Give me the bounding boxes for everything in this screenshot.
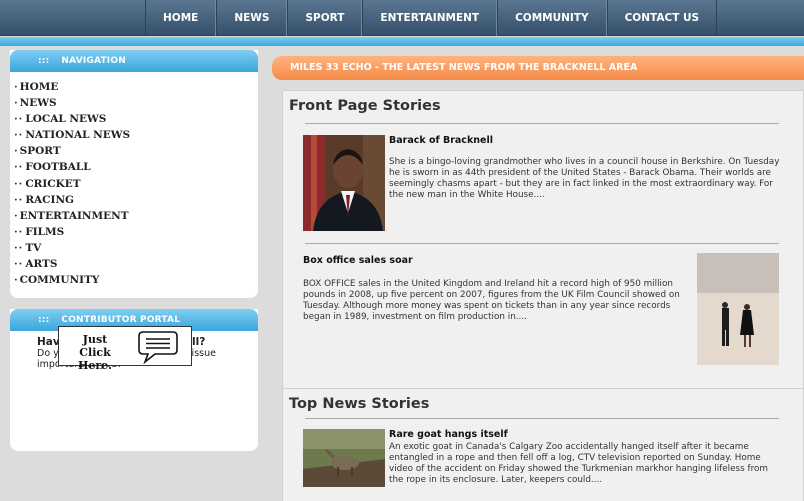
divider: [305, 123, 779, 124]
nav-item-entertainment[interactable]: · ENTERTAINMENT: [14, 208, 258, 224]
top-news-heading: Top News Stories: [289, 396, 430, 412]
navigation-list: · HOME · NEWS ·· LOCAL NEWS ·· NATIONAL NEWS…: [10, 72, 258, 298]
topnav-sport[interactable]: SPORT: [287, 0, 363, 36]
topnav-news[interactable]: NEWS: [216, 0, 288, 36]
contributor-portal-title: CONTRIBUTOR PORTAL: [61, 315, 181, 326]
header-dots: :::: [38, 315, 50, 326]
nav-item-racing[interactable]: ·· RACING: [14, 192, 258, 208]
film-still-photo[interactable]: [697, 253, 779, 365]
story-summary-goat: An exotic goat in Canada's Calgary Zoo a…: [389, 442, 768, 485]
sidebar: ::: NAVIGATION · HOME · NEWS ·· LOCAL NEWS ·…: [10, 50, 258, 452]
nav-item-news[interactable]: · NEWS: [14, 95, 258, 111]
divider: [305, 243, 779, 244]
nav-item-films[interactable]: ·· FILMS: [14, 224, 258, 240]
site-banner: MILES 33 ECHO - THE LATEST NEWS FROM THE…: [272, 56, 804, 80]
story-title-box-office-sales-soar[interactable]: Box office sales soar: [303, 255, 413, 266]
header-dots: :::: [38, 56, 50, 66]
click-label: Just Click Here.: [77, 333, 112, 372]
nav-item-local-news[interactable]: ·· LOCAL NEWS: [14, 111, 258, 127]
nav-item-sport[interactable]: · SPORT: [14, 143, 258, 159]
top-nav-menu: HOME NEWS SPORT ENTERTAINMENT COMMUNITY …: [145, 0, 718, 36]
navigation-panel-header: ::: NAVIGATION: [10, 50, 258, 72]
nav-item-cricket[interactable]: ·· CRICKET: [14, 176, 258, 192]
obama-photo[interactable]: [303, 135, 385, 231]
front-page-stories: Front Page Stories Barack of Bracknell S…: [282, 90, 804, 422]
story-title-barack-of-bracknell[interactable]: Barack of Bracknell: [389, 135, 493, 146]
story-title-rare-goat[interactable]: Rare goat hangs itself: [389, 429, 508, 440]
navigation-title: NAVIGATION: [61, 56, 126, 66]
topnav-home[interactable]: HOME: [145, 0, 217, 36]
nav-item-home[interactable]: · HOME: [14, 79, 258, 95]
topnav-entertainment[interactable]: ENTERTAINMENT: [362, 0, 498, 36]
divider: [305, 418, 779, 419]
nav-item-community[interactable]: · COMMUNITY: [14, 272, 258, 288]
nav-item-tv[interactable]: ·· TV: [14, 240, 258, 256]
story-summary-barack: She is a bingo-loving grandmother who li…: [389, 157, 780, 200]
speech-bubble-icon: [138, 331, 178, 364]
accent-stripe: [0, 37, 804, 46]
nav-item-national-news[interactable]: ·· NATIONAL NEWS: [14, 127, 258, 143]
topnav-contact-us[interactable]: CONTACT US: [606, 0, 718, 36]
top-news-stories: Top News Stories Rare goat hangs itself …: [282, 388, 804, 501]
top-navigation-bar: HOME NEWS SPORT ENTERTAINMENT COMMUNITY …: [0, 0, 804, 36]
goat-photo[interactable]: [303, 429, 385, 487]
nav-item-arts[interactable]: ·· ARTS: [14, 256, 258, 272]
front-page-heading: Front Page Stories: [289, 98, 441, 114]
topnav-community[interactable]: COMMUNITY: [497, 0, 607, 36]
just-click-here-button[interactable]: Just Click Here.: [58, 326, 192, 372]
navigation-panel: ::: NAVIGATION · HOME · NEWS ·· LOCAL NEWS ·…: [10, 50, 258, 299]
story-summary-box-office: BOX OFFICE sales in the United Kingdom a…: [303, 279, 680, 322]
nav-item-football[interactable]: ·· FOOTBALL: [14, 159, 258, 175]
